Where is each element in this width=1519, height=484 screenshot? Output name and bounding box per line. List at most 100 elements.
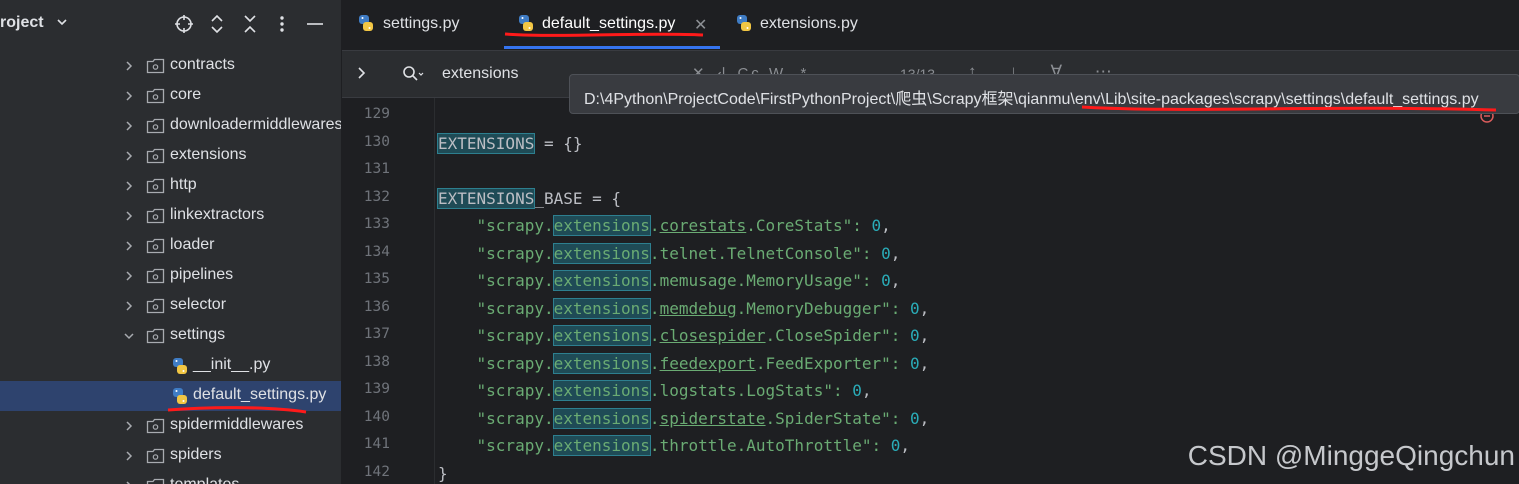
package-folder-icon bbox=[146, 58, 165, 74]
active-tab-indicator bbox=[504, 46, 720, 49]
tree-item[interactable]: http bbox=[0, 171, 341, 201]
package-folder-icon bbox=[146, 88, 165, 104]
string-token: ": bbox=[823, 381, 853, 400]
package-folder-icon bbox=[146, 328, 165, 344]
search-match: EXTENSIONS bbox=[436, 132, 536, 154]
chevron-right-icon[interactable] bbox=[123, 179, 135, 193]
code-token: } bbox=[438, 463, 448, 483]
string-token: memdebug bbox=[659, 298, 737, 318]
package-folder-icon bbox=[146, 268, 165, 284]
collapse-all-icon[interactable] bbox=[239, 13, 261, 35]
tree-item-label: spidermiddlewares bbox=[170, 416, 304, 433]
tab-settings-py[interactable]: settings.py bbox=[356, 0, 496, 50]
tree-item[interactable]: settings bbox=[0, 321, 341, 351]
line-number: 136 bbox=[363, 298, 390, 315]
tree-item-label: extensions bbox=[170, 146, 247, 163]
line-number: 142 bbox=[363, 463, 390, 480]
line-number: 133 bbox=[363, 216, 390, 232]
more-options-icon[interactable] bbox=[271, 13, 293, 35]
python-icon bbox=[173, 358, 187, 374]
tree-item[interactable]: contracts bbox=[0, 51, 341, 81]
tree-item[interactable]: extensions bbox=[0, 141, 341, 171]
code-token: , bbox=[861, 381, 872, 400]
string-token: .CloseSpider bbox=[765, 326, 882, 345]
chevron-right-icon[interactable] bbox=[123, 449, 135, 463]
tree-item[interactable]: spiders bbox=[0, 441, 341, 471]
code-line[interactable]: "scrapy.extensions.memusage.MemoryUsage"… bbox=[438, 270, 901, 291]
chevron-right-icon[interactable] bbox=[123, 59, 135, 73]
search-match: extensions bbox=[552, 325, 651, 346]
tree-item[interactable]: core bbox=[0, 81, 341, 111]
tree-item[interactable]: pipelines bbox=[0, 261, 341, 291]
search-match: extensions bbox=[552, 352, 651, 374]
package-folder-icon bbox=[146, 118, 165, 134]
code-line[interactable]: "scrapy.extensions.closespider.CloseSpid… bbox=[438, 325, 930, 346]
code-line[interactable]: "scrapy.extensions.throttle.AutoThrottle… bbox=[438, 435, 910, 456]
tree-item[interactable]: downloadermiddlewares bbox=[0, 111, 341, 141]
chevron-down-icon[interactable] bbox=[56, 14, 68, 30]
code-token: , bbox=[890, 271, 901, 290]
tree-item-label: linkextractors bbox=[170, 206, 265, 223]
tree-item[interactable]: loader bbox=[0, 231, 341, 261]
locate-target-icon[interactable] bbox=[173, 13, 195, 35]
tree-item[interactable]: selector bbox=[0, 291, 341, 321]
string-token: "scrapy. bbox=[438, 298, 554, 318]
code-token: , bbox=[919, 408, 930, 428]
string-token: .CoreStats bbox=[746, 216, 843, 235]
code-line[interactable]: EXTENSIONS_BASE = { bbox=[436, 187, 622, 209]
code-editor[interactable]: 129 130 131 132 133 134 135 136 137 138 139 140 141 1… bbox=[342, 98, 1519, 484]
line-number: 140 bbox=[363, 408, 390, 425]
number-token: 0 bbox=[881, 243, 891, 263]
minimize-icon[interactable] bbox=[304, 13, 326, 35]
chevron-right-icon[interactable] bbox=[123, 269, 135, 283]
chevron-right-icon[interactable] bbox=[123, 149, 135, 163]
code-token: , bbox=[919, 326, 930, 345]
line-number: 141 bbox=[363, 436, 390, 452]
python-icon bbox=[359, 15, 373, 31]
tab-extensions-py[interactable]: extensions.py bbox=[734, 0, 884, 50]
number-token: 0 bbox=[881, 271, 891, 290]
expand-all-icon[interactable] bbox=[206, 13, 228, 35]
search-match: extensions bbox=[552, 435, 651, 456]
chevron-right-icon[interactable] bbox=[123, 479, 135, 484]
line-number: 130 bbox=[363, 133, 390, 150]
code-line[interactable]: "scrapy.extensions.telnet.TelnetConsole"… bbox=[438, 242, 900, 264]
red-underline-annotation bbox=[1081, 105, 1497, 112]
tree-item[interactable]: __init__.py bbox=[0, 351, 341, 381]
chevron-right-icon[interactable] bbox=[123, 89, 135, 103]
chevron-right-icon[interactable] bbox=[123, 239, 135, 253]
project-title[interactable]: roject bbox=[0, 14, 44, 32]
line-number: 138 bbox=[363, 353, 390, 370]
number-token: 0 bbox=[910, 408, 920, 428]
chevron-right-icon[interactable] bbox=[123, 299, 135, 313]
code-line[interactable]: "scrapy.extensions.spiderstate.SpiderSta… bbox=[438, 407, 930, 429]
code-line[interactable]: "scrapy.extensions.feedexport.FeedExport… bbox=[438, 352, 929, 374]
string-token: "scrapy. bbox=[438, 271, 554, 290]
chevron-right-icon[interactable] bbox=[356, 65, 366, 81]
number-token: 0 bbox=[852, 381, 862, 400]
tree-item[interactable]: linkextractors bbox=[0, 201, 341, 231]
search-match: extensions bbox=[552, 242, 651, 264]
code-line[interactable]: "scrapy.extensions.memdebug.MemoryDebugg… bbox=[438, 297, 929, 319]
package-folder-icon bbox=[146, 478, 165, 484]
chevron-right-icon[interactable] bbox=[123, 119, 135, 133]
string-token: "scrapy. bbox=[438, 436, 554, 455]
search-icon[interactable] bbox=[402, 65, 424, 83]
tree-item-label: core bbox=[170, 86, 202, 103]
code-line[interactable]: "scrapy.extensions.logstats.LogStats": 0… bbox=[438, 380, 872, 401]
chevron-right-icon[interactable] bbox=[123, 419, 135, 433]
red-underline-annotation bbox=[167, 406, 307, 414]
chevron-right-icon[interactable] bbox=[123, 209, 135, 223]
chevron-down-icon[interactable] bbox=[123, 329, 135, 343]
code-line[interactable]: } bbox=[438, 464, 448, 483]
tree-item-label: selector bbox=[170, 296, 227, 313]
code-line[interactable]: "scrapy.extensions.corestats.CoreStats":… bbox=[438, 215, 891, 236]
gutter-divider bbox=[434, 98, 435, 484]
code-token: _BASE = { bbox=[534, 188, 622, 208]
tab-default-settings-py[interactable]: default_settings.py bbox=[514, 0, 714, 50]
package-folder-icon bbox=[146, 448, 165, 464]
line-number: 137 bbox=[363, 326, 390, 342]
tree-item[interactable]: templates bbox=[0, 471, 341, 484]
code-line[interactable]: EXTENSIONS = {} bbox=[436, 132, 583, 154]
number-token: 0 bbox=[890, 436, 901, 455]
